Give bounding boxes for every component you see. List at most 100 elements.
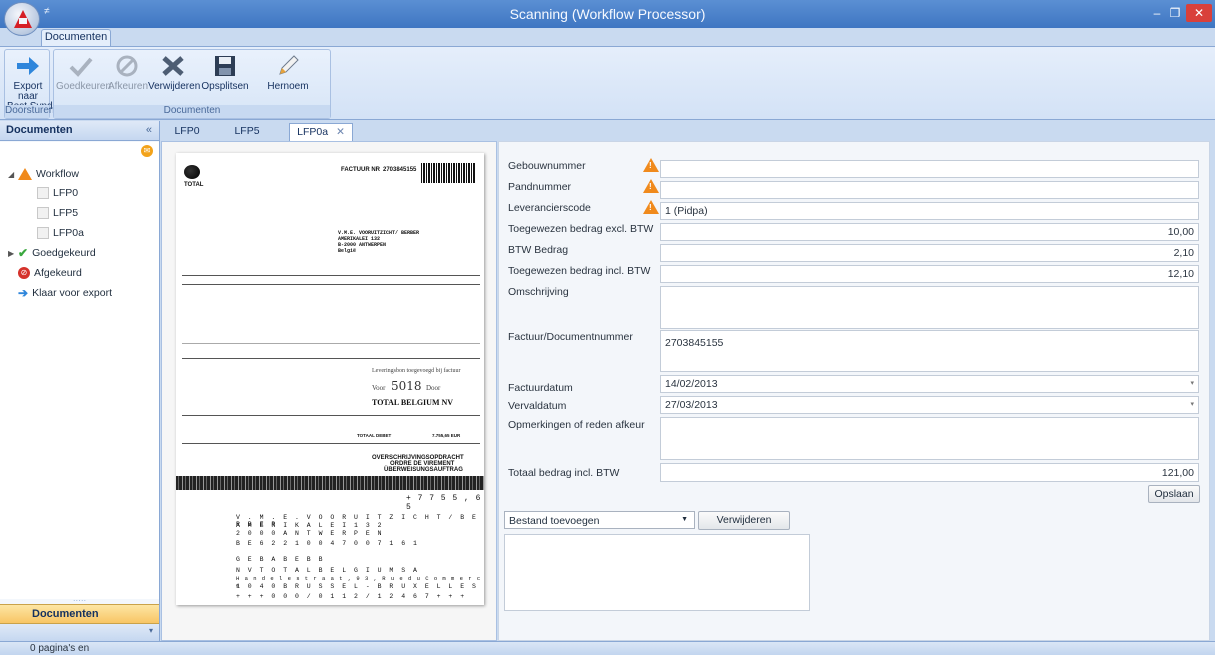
collapse-icon[interactable]: « bbox=[146, 124, 152, 136]
scan-line: G E B A B E B B bbox=[236, 556, 325, 563]
rename-button[interactable]: Hernoem bbox=[264, 52, 312, 92]
expand-icon[interactable]: ◢ bbox=[8, 170, 14, 179]
close-button[interactable]: ✕ bbox=[1186, 4, 1212, 22]
opmerkingen-field[interactable] bbox=[660, 417, 1199, 460]
gebouwnummer-field[interactable] bbox=[660, 160, 1199, 178]
ribbon-group-label: Doorsturen bbox=[5, 105, 55, 118]
split-button[interactable]: Opsplitsen bbox=[200, 52, 250, 92]
ribbon-tab-documenten[interactable]: Documenten bbox=[41, 29, 111, 46]
attachment-select-value: Bestand toevoegen bbox=[509, 515, 600, 527]
document-icon bbox=[37, 207, 49, 220]
notification-icon[interactable]: ✉ bbox=[141, 145, 153, 157]
remove-attachment-button[interactable]: Verwijderen bbox=[698, 511, 790, 530]
tree-item-lfp0a[interactable]: LFP0a bbox=[37, 225, 84, 241]
checkmark-icon bbox=[65, 52, 97, 80]
tree-item-workflow[interactable]: Workflow bbox=[18, 166, 79, 182]
block-icon: ⊘ bbox=[18, 267, 30, 280]
btw-bedrag-field[interactable]: 2,10 bbox=[660, 244, 1199, 262]
total-value: 7.755,65 EUR bbox=[432, 433, 461, 438]
company-name: TOTAL BELGIUM NV bbox=[372, 398, 454, 407]
totaal-bedrag-field[interactable]: 121,00 bbox=[660, 463, 1199, 482]
arrow-right-icon: ➔ bbox=[18, 286, 29, 301]
table-rule bbox=[182, 415, 480, 416]
attachment-select[interactable]: Bestand toevoegen ▼ bbox=[504, 511, 695, 529]
table-rule bbox=[182, 343, 480, 344]
tree-item-label: Klaar voor export bbox=[32, 287, 113, 299]
leverancierscode-field[interactable]: 1 (Pidpa) bbox=[660, 202, 1199, 220]
rename-button-label: Hernoem bbox=[267, 81, 309, 92]
label-opmerkingen: Opmerkingen of reden afkeur bbox=[508, 419, 645, 431]
scan-line: A M E R I K A L E I 1 3 2 bbox=[236, 522, 384, 529]
tab-lfp0[interactable]: LFP0 bbox=[167, 123, 207, 141]
factuurdatum-value: 14/02/2013 bbox=[665, 378, 718, 390]
expand-icon[interactable]: ▶ bbox=[8, 249, 14, 258]
tree-item-label: Goedgekeurd bbox=[32, 247, 96, 259]
scan-line: 1 0 4 0 B R U S S E L - B R U X E L L E … bbox=[236, 583, 478, 590]
close-icon[interactable]: ✕ bbox=[336, 126, 345, 138]
label-pandnummer: Pandnummer bbox=[508, 181, 572, 193]
label-omschrijving: Omschrijving bbox=[508, 286, 569, 298]
bedrag-excl-btw-field[interactable]: 10,00 bbox=[660, 223, 1199, 241]
tree-item-label: LFP5 bbox=[53, 207, 79, 219]
table-rule bbox=[182, 443, 480, 444]
transfer-amount: + 7 7 5 5 , 6 5 bbox=[406, 494, 482, 512]
total-label: TOTAAL DEBET bbox=[357, 433, 392, 438]
nav-button-documenten[interactable]: Documenten bbox=[0, 604, 159, 624]
warning-icon: ! bbox=[643, 179, 659, 193]
document-icon bbox=[37, 187, 49, 200]
approve-button-label: Goedkeuren bbox=[56, 81, 112, 92]
chevron-down-icon[interactable]: ▾ bbox=[1190, 379, 1194, 387]
chevron-down-icon[interactable]: ▾ bbox=[1190, 400, 1194, 408]
warning-icon: ! bbox=[643, 200, 659, 214]
tree-item-lfp0[interactable]: LFP0 bbox=[37, 185, 78, 201]
delete-button[interactable]: Verwijderen bbox=[148, 52, 200, 92]
stamp-door: Door bbox=[426, 384, 441, 392]
attachment-list[interactable] bbox=[504, 534, 810, 611]
export-button[interactable]: Export naar Best.Syndic bbox=[7, 52, 60, 112]
restore-button[interactable]: ❐ bbox=[1164, 4, 1186, 22]
status-bar: 0 pagina's en bbox=[0, 641, 1215, 655]
chevron-down-icon[interactable]: ▾ bbox=[149, 626, 153, 635]
tab-label: LFP0a bbox=[297, 126, 329, 138]
label-documentnummer: Factuur/Documentnummer bbox=[508, 331, 633, 343]
barcode bbox=[421, 163, 476, 183]
tab-lfp0a[interactable]: LFP0a ✕ bbox=[289, 123, 353, 141]
scanned-invoice-page: TOTAL FACTUUR NR 2703845155 V.M.E. VOORU… bbox=[176, 153, 484, 605]
omschrijving-field[interactable] bbox=[660, 286, 1199, 329]
reject-button-label: Afkeuren bbox=[108, 81, 149, 92]
document-viewer[interactable]: TOTAL FACTUUR NR 2703845155 V.M.E. VOORU… bbox=[161, 141, 497, 641]
documentnummer-field[interactable]: 2703845155 bbox=[660, 330, 1199, 372]
stamp-voor: Voor bbox=[372, 384, 386, 392]
workflow-tree: ✉ ◢ Workflow LFP0 LFP5 LFP0a ▶ ✔ Goedgeke… bbox=[0, 142, 159, 599]
navigation-pane: Documenten « ✉ ◢ Workflow LFP0 LFP5 LFP0… bbox=[0, 121, 160, 641]
factuurdatum-picker[interactable]: 14/02/2013 ▾ bbox=[660, 375, 1199, 393]
pandnummer-field[interactable] bbox=[660, 181, 1199, 199]
arrow-right-icon bbox=[12, 52, 44, 80]
nav-header: Documenten « bbox=[0, 121, 159, 141]
label-btw-bedrag: BTW Bedrag bbox=[508, 244, 569, 256]
checkmark-icon: ✔ bbox=[18, 246, 29, 261]
application-menu-button[interactable] bbox=[4, 2, 40, 36]
label-bedrag-incl-btw: Toegewezen bedrag incl. BTW bbox=[508, 265, 651, 277]
vervaldatum-picker[interactable]: 27/03/2013 ▾ bbox=[660, 396, 1199, 414]
delete-x-icon bbox=[157, 52, 189, 80]
save-button[interactable]: Opslaan bbox=[1148, 485, 1200, 503]
table-rule bbox=[182, 275, 480, 276]
table-rule bbox=[182, 284, 480, 285]
bedrag-incl-btw-field[interactable]: 12,10 bbox=[660, 265, 1199, 283]
tree-item-rejected[interactable]: ⊘ Afgekeurd bbox=[18, 265, 82, 281]
invoice-number: 2703845155 bbox=[383, 167, 417, 173]
tab-lfp5[interactable]: LFP5 bbox=[227, 123, 267, 141]
tree-item-ready-for-export[interactable]: ➔ Klaar voor export bbox=[18, 285, 112, 301]
tree-item-lfp5[interactable]: LFP5 bbox=[37, 205, 78, 221]
nav-overflow-bar: ▾ bbox=[0, 624, 159, 641]
approve-button[interactable]: Goedkeuren bbox=[56, 52, 112, 92]
scan-line: N V T O T A L B E L G I U M S A bbox=[236, 567, 419, 574]
scan-band bbox=[176, 476, 484, 490]
label-totaal-bedrag: Totaal bedrag incl. BTW bbox=[508, 467, 620, 479]
nav-header-title: Documenten bbox=[6, 124, 73, 136]
tree-item-label: LFP0a bbox=[53, 227, 84, 239]
tree-item-approved[interactable]: ✔ Goedgekeurd bbox=[18, 245, 96, 261]
reject-button[interactable]: Afkeuren bbox=[108, 52, 149, 92]
status-text: 0 pagina's en bbox=[30, 643, 90, 654]
